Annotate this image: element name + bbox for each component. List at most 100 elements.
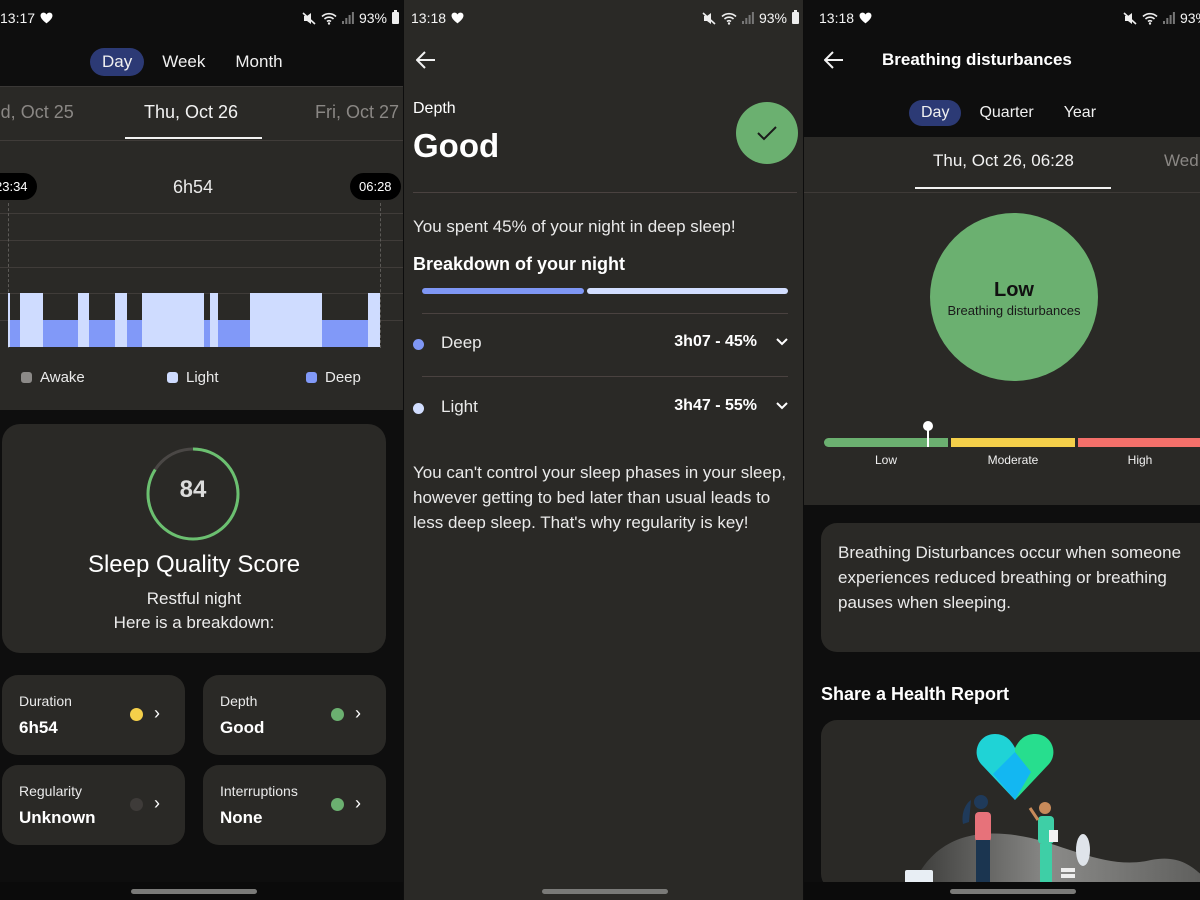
- home-indicator[interactable]: [131, 889, 257, 894]
- period-tabs: Day Week Month: [90, 48, 295, 76]
- tab-day[interactable]: Day: [909, 100, 962, 126]
- level-value: Low: [994, 279, 1034, 301]
- stack-shape: [1061, 874, 1075, 878]
- phase-bar-deep: [9, 320, 20, 347]
- date-current[interactable]: Thu, Oct 26: [144, 102, 238, 123]
- page-title: Breathing disturbances: [882, 50, 1072, 69]
- status-time: 13:18: [411, 10, 447, 26]
- legend-awake: Awake: [21, 369, 85, 386]
- gridline: [0, 213, 403, 214]
- phase-bars: [8, 293, 380, 347]
- end-marker-line: [380, 203, 381, 348]
- status-check-badge: [736, 102, 798, 164]
- chevron-down-icon[interactable]: [775, 334, 789, 348]
- gridline: [0, 140, 403, 141]
- info-card: Breathing Disturbances occur when someon…: [821, 523, 1200, 652]
- health-report-illustration: [905, 734, 1200, 890]
- date-prev[interactable]: Wed, Oct 25: [0, 102, 74, 123]
- date-underline: [125, 137, 262, 139]
- detail-label: Depth: [413, 100, 456, 117]
- info-text: Breathing Disturbances occur when someon…: [838, 543, 1182, 612]
- metric-label: Duration: [19, 693, 72, 709]
- divider: [413, 192, 797, 193]
- phase-row-deep[interactable]: Deep 3h07 - 45%: [413, 330, 789, 360]
- phase-dot-light: [413, 403, 424, 414]
- phase-bar-deep: [218, 320, 251, 347]
- legend-label: Light: [186, 369, 219, 386]
- phase-bar-deep: [42, 320, 78, 347]
- metric-label: Interruptions: [220, 783, 298, 799]
- chevron-down-icon[interactable]: [775, 398, 789, 412]
- score-subtitle-2: Here is a breakdown:: [113, 613, 275, 632]
- date-current[interactable]: Thu, Oct 26, 06:28: [933, 151, 1074, 171]
- status-time: 13:17: [0, 10, 36, 26]
- legend-deep: Deep: [306, 369, 361, 386]
- status-dot: [130, 708, 143, 721]
- gridline: [0, 267, 403, 268]
- status-bar: 13:17 93%: [0, 0, 403, 36]
- checkmark-icon: [757, 126, 777, 141]
- phase-bar-light: [368, 293, 380, 347]
- phase-row-light[interactable]: Light 3h47 - 55%: [413, 394, 789, 424]
- scale-marker: [922, 421, 933, 447]
- chart-start-time: 23:34: [0, 173, 37, 200]
- level-caption: Breathing disturbances: [947, 303, 1081, 318]
- scale-segment-high: [1078, 438, 1200, 447]
- phase-bar-deep: [89, 320, 116, 347]
- back-arrow-icon[interactable]: [416, 51, 436, 69]
- scale-label-high: High: [1127, 453, 1153, 467]
- tab-quarter[interactable]: Quarter: [967, 100, 1045, 126]
- share-report-heading: Share a Health Report: [821, 684, 1010, 704]
- battery-percent: 93%: [758, 10, 787, 26]
- battery-percent: 93%: [358, 10, 387, 26]
- status-bar: 13:18 93%: [804, 0, 1200, 36]
- breakdown-segment-light: [586, 288, 788, 294]
- chevron-right-icon: ›: [355, 793, 361, 813]
- marker-head: [922, 421, 933, 431]
- mute-icon: [302, 11, 316, 25]
- wifi-icon: [321, 12, 337, 25]
- divider: [422, 313, 788, 314]
- scale-label-low: Low: [874, 453, 897, 467]
- phase-bar-light: [115, 293, 128, 347]
- signal-icon: [341, 12, 354, 24]
- battery-icon: [392, 10, 399, 24]
- phase-name: Light: [441, 397, 478, 416]
- back-arrow-icon[interactable]: [824, 51, 844, 69]
- tab-month[interactable]: Month: [223, 48, 294, 76]
- phase-value: 3h07 - 45%: [674, 333, 757, 350]
- home-indicator[interactable]: [950, 889, 1076, 894]
- mute-icon: [1123, 11, 1137, 25]
- detail-title: Good: [413, 127, 500, 164]
- heart-icon: [859, 12, 872, 24]
- metric-label: Depth: [220, 693, 258, 709]
- sleep-phase-chart: 23:34 6h54 06:28 Awake Light Deep: [0, 140, 403, 410]
- phase-bar-light: [141, 293, 205, 347]
- metric-card-depth[interactable]: Depth Good ›: [203, 675, 386, 755]
- health-report-card[interactable]: [821, 720, 1200, 890]
- metric-value: Good: [220, 718, 265, 737]
- date-next[interactable]: Wed: [1164, 151, 1199, 171]
- metric-card-regularity[interactable]: Regularity Unknown ›: [2, 765, 185, 845]
- signal-icon: [741, 12, 754, 24]
- gridline: [0, 240, 403, 241]
- metric-card-interruptions[interactable]: Interruptions None ›: [203, 765, 386, 845]
- tab-day[interactable]: Day: [90, 48, 145, 76]
- mute-icon: [702, 11, 716, 25]
- tab-year[interactable]: Year: [1052, 100, 1108, 126]
- score-subtitle: Restful night: [146, 589, 242, 608]
- home-indicator[interactable]: [542, 889, 668, 894]
- score-title: Sleep Quality Score: [87, 551, 301, 578]
- divider: [422, 376, 788, 377]
- metric-card-duration[interactable]: Duration 6h54 ›: [2, 675, 185, 755]
- phase-value: 3h47 - 55%: [674, 397, 757, 414]
- sleep-overview-screen: 13:17 93% Day Week Month Wed, Oct 25 Thu…: [0, 0, 403, 900]
- phase-bar-light: [77, 293, 90, 347]
- chart-duration: 6h54: [173, 177, 214, 197]
- phase-bar-deep: [127, 320, 142, 347]
- date-next[interactable]: Fri, Oct 27: [315, 102, 399, 123]
- metric-value: Unknown: [19, 808, 96, 827]
- status-dot: [130, 798, 143, 811]
- tab-week[interactable]: Week: [150, 48, 217, 76]
- legend-swatch-awake: [21, 372, 32, 383]
